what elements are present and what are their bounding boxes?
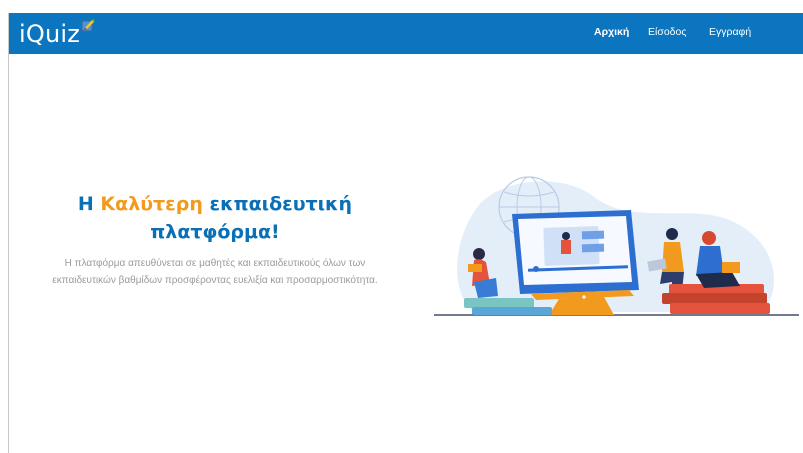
hero-description: Η πλατφόρμα απευθύνεται σε μαθητές και ε… xyxy=(52,258,378,286)
page-left-border xyxy=(8,13,9,453)
hero-title-accent: Καλύτερη xyxy=(100,193,203,215)
top-navbar: iQuiz Αρχική Είσοδος Εγγραφή xyxy=(9,13,803,54)
nav-home-link[interactable]: Αρχική xyxy=(594,26,629,38)
brand-logo[interactable]: iQuiz xyxy=(19,19,95,48)
nav-login-link[interactable]: Είσοδος xyxy=(648,26,686,38)
hero-title: Η Καλύτερη εκπαιδευτική πλατφόρμα! xyxy=(40,190,390,246)
nav-register-link[interactable]: Εγγραφή xyxy=(709,26,751,38)
hero-title-pre: Η xyxy=(77,193,101,215)
pencil-note-icon xyxy=(81,19,95,32)
education-illustration xyxy=(434,176,799,316)
brand-name: iQuiz xyxy=(19,20,81,48)
